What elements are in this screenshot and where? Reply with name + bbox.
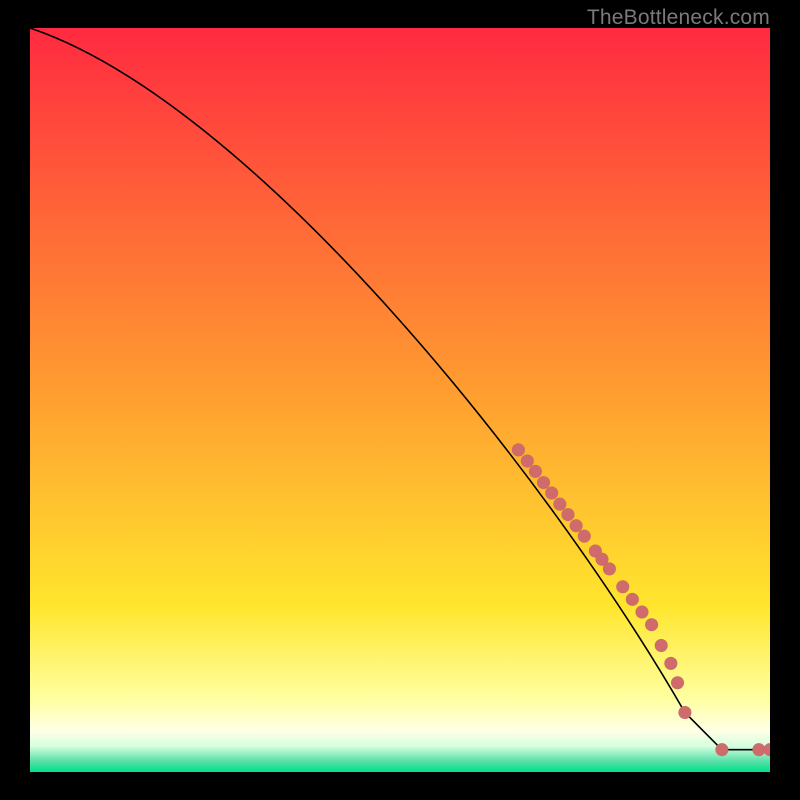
scatter-dot xyxy=(764,743,771,756)
scatter-dot xyxy=(561,508,574,521)
scatter-dots-layer xyxy=(30,28,770,772)
scatter-dot xyxy=(635,606,648,619)
scatter-dot xyxy=(529,465,542,478)
chart-stage: TheBottleneck.com xyxy=(0,0,800,800)
scatter-dot xyxy=(678,706,691,719)
scatter-dot xyxy=(664,657,677,670)
scatter-dot xyxy=(715,743,728,756)
scatter-dot xyxy=(521,455,534,468)
scatter-dot xyxy=(553,498,566,511)
scatter-dot xyxy=(570,519,583,532)
scatter-dot xyxy=(603,562,616,575)
scatter-dot xyxy=(626,593,639,606)
scatter-dot xyxy=(537,476,550,489)
scatter-dot xyxy=(578,530,591,543)
plot-area xyxy=(30,28,770,772)
scatter-dot xyxy=(545,487,558,500)
watermark-text: TheBottleneck.com xyxy=(587,6,770,30)
scatter-dot xyxy=(655,639,668,652)
scatter-dot xyxy=(512,443,525,456)
scatter-dot xyxy=(616,580,629,593)
scatter-dot xyxy=(645,618,658,631)
scatter-dot xyxy=(671,676,684,689)
